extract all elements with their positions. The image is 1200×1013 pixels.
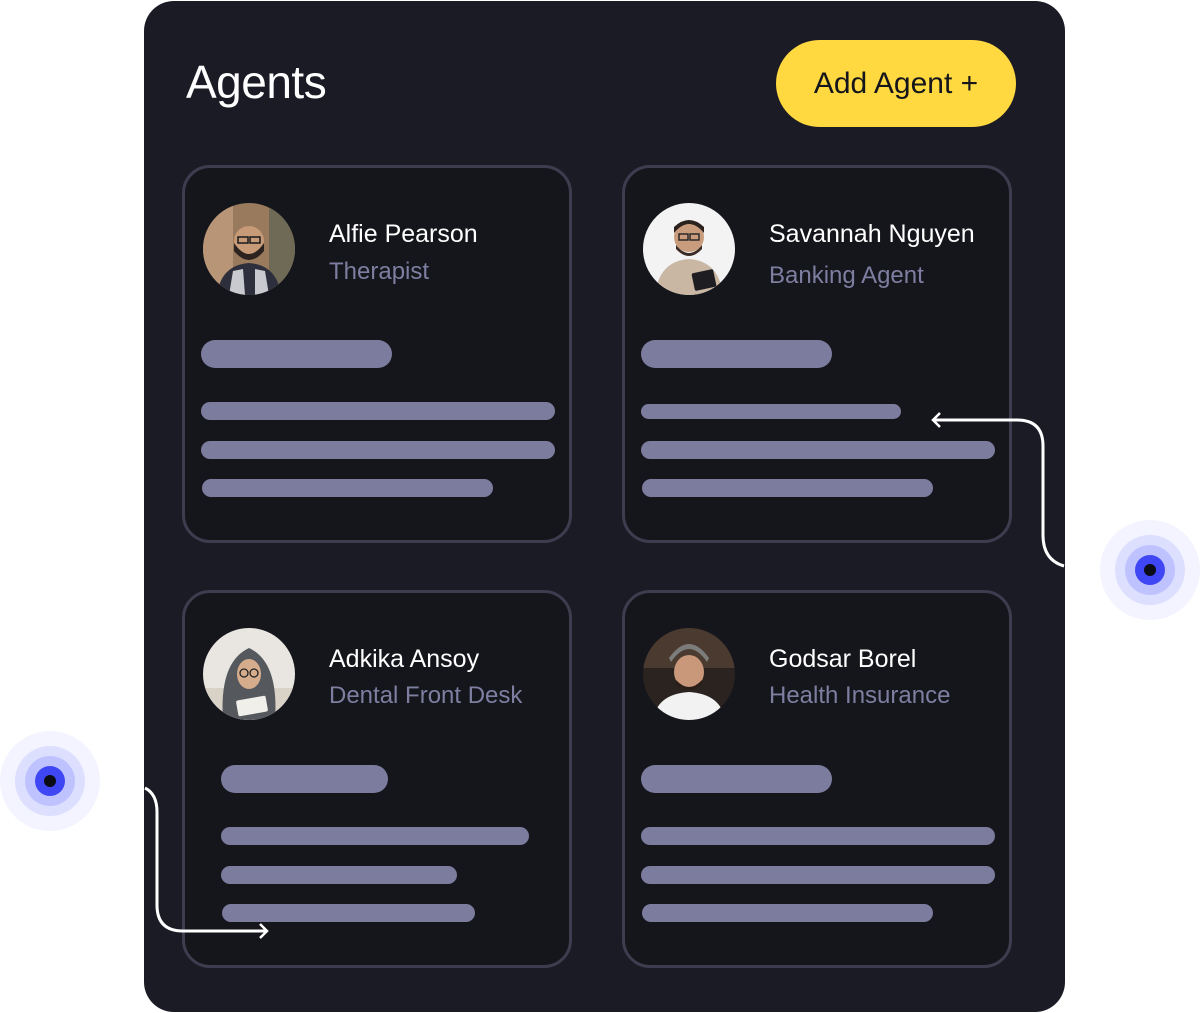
page-title: Agents	[186, 56, 327, 108]
avatar	[643, 628, 735, 720]
agents-panel: Agents Add Agent + Alfie Pearson Therapi…	[144, 1, 1065, 1012]
placeholder-line	[201, 441, 555, 459]
placeholder-line	[221, 866, 457, 884]
placeholder-title-bar	[221, 765, 388, 793]
agent-name: Alfie Pearson	[329, 220, 478, 248]
agent-card-adkika-ansoy[interactable]: Adkika Ansoy Dental Front Desk	[182, 590, 572, 968]
add-agent-button[interactable]: Add Agent +	[776, 40, 1016, 127]
placeholder-line	[641, 404, 901, 419]
pulse-indicator	[0, 731, 100, 831]
placeholder-title-bar	[201, 340, 392, 368]
agent-role: Health Insurance	[769, 682, 951, 709]
placeholder-line	[201, 402, 555, 420]
placeholder-line	[222, 904, 475, 922]
agent-card-savannah-nguyen[interactable]: Savannah Nguyen Banking Agent	[622, 165, 1012, 543]
placeholder-line	[641, 866, 995, 884]
placeholder-line	[641, 441, 995, 459]
placeholder-line	[641, 827, 995, 845]
placeholder-line	[642, 904, 933, 922]
agent-card-godsar-borel[interactable]: Godsar Borel Health Insurance	[622, 590, 1012, 968]
agent-role: Banking Agent	[769, 262, 924, 289]
agent-name: Godsar Borel	[769, 645, 917, 673]
agent-role: Dental Front Desk	[329, 682, 523, 709]
placeholder-title-bar	[641, 340, 832, 368]
avatar	[203, 203, 295, 295]
placeholder-line	[642, 479, 933, 497]
pulse-indicator	[1100, 520, 1200, 620]
agent-name: Adkika Ansoy	[329, 645, 480, 673]
avatar	[203, 628, 295, 720]
agent-role: Therapist	[329, 258, 430, 285]
placeholder-line	[202, 479, 493, 497]
agent-card-alfie-pearson[interactable]: Alfie Pearson Therapist	[182, 165, 572, 543]
agent-name: Savannah Nguyen	[769, 220, 975, 248]
avatar	[643, 203, 735, 295]
placeholder-line	[221, 827, 529, 845]
placeholder-title-bar	[641, 765, 832, 793]
